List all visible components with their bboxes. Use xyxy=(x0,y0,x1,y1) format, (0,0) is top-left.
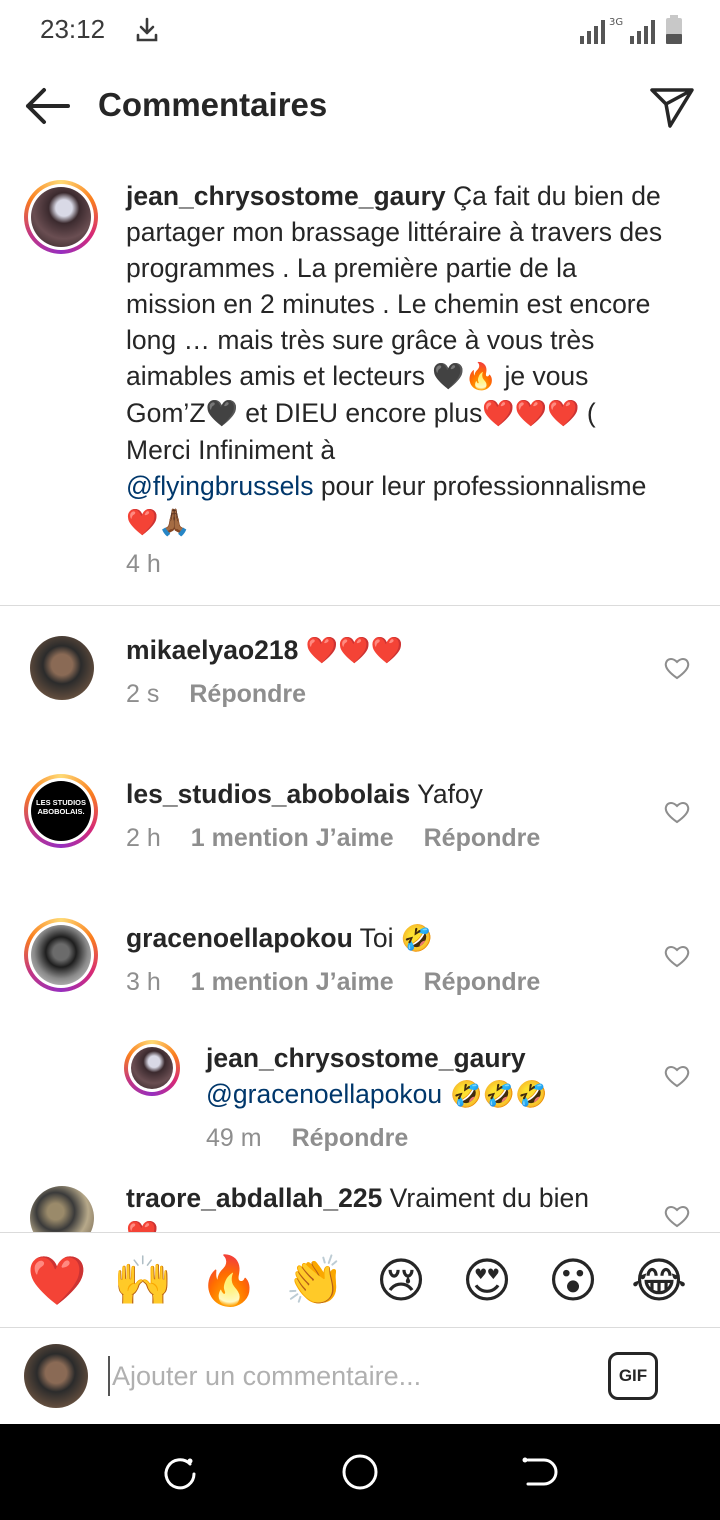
comment-username[interactable]: les_studios_abobolais xyxy=(126,779,410,809)
reply-button[interactable]: Répondre xyxy=(424,824,541,852)
commenter-avatar[interactable] xyxy=(30,1186,94,1232)
comment-timestamp: 2 s xyxy=(126,680,160,708)
comment-composer: GIF xyxy=(0,1328,720,1424)
comment-emoji: ❤️ xyxy=(126,1220,158,1232)
page-title: Commentaires xyxy=(98,86,328,123)
reply-timestamp: 49 m xyxy=(206,1124,262,1152)
caption-username[interactable]: jean_chrysostome_gaury xyxy=(126,181,446,211)
comment-username[interactable]: traore_abdallah_225 xyxy=(126,1183,382,1213)
caption-author-avatar[interactable] xyxy=(24,180,98,254)
caption-emoji: 🖤🔥 xyxy=(432,362,498,392)
studio-logo: LES STUDIOS ABOBOLAIS. xyxy=(31,781,91,841)
comment-meta: 2 h 1 mention J’aime Répondre xyxy=(126,824,570,853)
back-arrow-icon[interactable] xyxy=(22,86,72,126)
reaction-raised-hands[interactable]: 🙌 xyxy=(111,1249,175,1313)
my-avatar xyxy=(24,1344,88,1408)
caption-emoji: ❤️🙏🏾 xyxy=(126,508,191,538)
comment-emoji: 🤣 xyxy=(400,924,434,954)
recent-apps-icon[interactable] xyxy=(160,1452,200,1492)
reply-emoji: 🤣🤣🤣 xyxy=(442,1080,548,1110)
quick-reaction-bar: ❤️ 🙌 🔥 👏 😢 😍 😮 😂 xyxy=(0,1232,720,1328)
comment-text: les_studios_abobolais Yafoy xyxy=(126,779,483,809)
caption-text: jean_chrysostome_gaury Ça fait du bien d… xyxy=(126,181,663,538)
reply-meta: 49 m Répondre xyxy=(206,1124,438,1153)
reaction-heart[interactable]: ❤️ xyxy=(25,1249,89,1313)
system-nav-bar xyxy=(0,1424,720,1520)
home-icon[interactable] xyxy=(340,1452,380,1492)
divider xyxy=(0,605,720,606)
gif-button[interactable]: GIF xyxy=(608,1352,658,1400)
reaction-heart-eyes[interactable]: 😍 xyxy=(455,1249,519,1313)
like-heart-icon[interactable] xyxy=(664,944,690,968)
reply-button[interactable]: Répondre xyxy=(189,680,306,708)
comment-username[interactable]: mikaelyao218 xyxy=(126,635,298,665)
caption-meta: 4 h xyxy=(126,550,191,579)
caption-emoji: ❤️❤️❤️ xyxy=(482,399,580,429)
share-send-icon[interactable] xyxy=(648,82,696,130)
comment-input[interactable] xyxy=(108,1356,588,1396)
comment-emoji: ❤️❤️❤️ xyxy=(305,636,403,666)
reaction-fire[interactable]: 🔥 xyxy=(197,1249,261,1313)
comment-username[interactable]: gracenoellapokou xyxy=(126,923,353,953)
like-heart-icon[interactable] xyxy=(664,800,690,824)
comment-clip: traore_abdallah_225 Vraiment du bien❤️ xyxy=(0,1168,720,1232)
header: Commentaires xyxy=(0,62,720,152)
reply-text: jean_chrysostome_gaury @gracenoellapokou … xyxy=(206,1040,646,1113)
reaction-clap[interactable]: 👏 xyxy=(283,1249,347,1313)
comment-timestamp: 3 h xyxy=(126,968,161,996)
commenter-avatar[interactable] xyxy=(30,636,94,700)
like-heart-icon[interactable] xyxy=(664,1064,690,1088)
likes-count[interactable]: 1 mention J’aime xyxy=(191,824,394,852)
like-heart-icon[interactable] xyxy=(664,656,690,680)
reaction-surprised[interactable]: 😮 xyxy=(541,1249,605,1313)
network-label: 3G xyxy=(609,17,623,28)
reply-mention-link[interactable]: @gracenoellapokou xyxy=(206,1079,442,1109)
download-icon xyxy=(136,17,158,42)
caption-timestamp: 4 h xyxy=(126,550,161,578)
signal-battery-icon: 3G xyxy=(580,15,682,44)
reaction-laughing[interactable]: 😂 xyxy=(627,1249,691,1313)
commenter-avatar[interactable] xyxy=(24,918,98,992)
replier-avatar[interactable] xyxy=(124,1040,180,1096)
commenter-avatar[interactable]: LES STUDIOS ABOBOLAIS. xyxy=(24,774,98,848)
reply-button[interactable]: Répondre xyxy=(424,968,541,996)
comment-meta: 2 s Répondre xyxy=(126,680,336,709)
back-nav-icon[interactable] xyxy=(520,1452,560,1492)
reply-button[interactable]: Répondre xyxy=(292,1124,409,1152)
status-bar: 23:12 3G xyxy=(0,0,720,62)
comment-text: traore_abdallah_225 Vraiment du bien❤️ xyxy=(126,1180,596,1232)
like-heart-icon[interactable] xyxy=(664,1204,690,1228)
caption-emoji: 🖤 xyxy=(205,399,238,429)
caption-mention-link[interactable]: @flyingbrussels xyxy=(126,471,313,501)
comment-text: gracenoellapokou Toi 🤣 xyxy=(126,923,434,954)
comment-timestamp: 2 h xyxy=(126,824,161,852)
status-time: 23:12 xyxy=(40,14,106,44)
comment-meta: 3 h 1 mention J’aime Répondre xyxy=(126,968,570,997)
reaction-sad[interactable]: 😢 xyxy=(369,1249,433,1313)
reply-username[interactable]: jean_chrysostome_gaury xyxy=(206,1043,526,1073)
likes-count[interactable]: 1 mention J’aime xyxy=(191,968,394,996)
comment-text: mikaelyao218 ❤️❤️❤️ xyxy=(126,632,626,669)
